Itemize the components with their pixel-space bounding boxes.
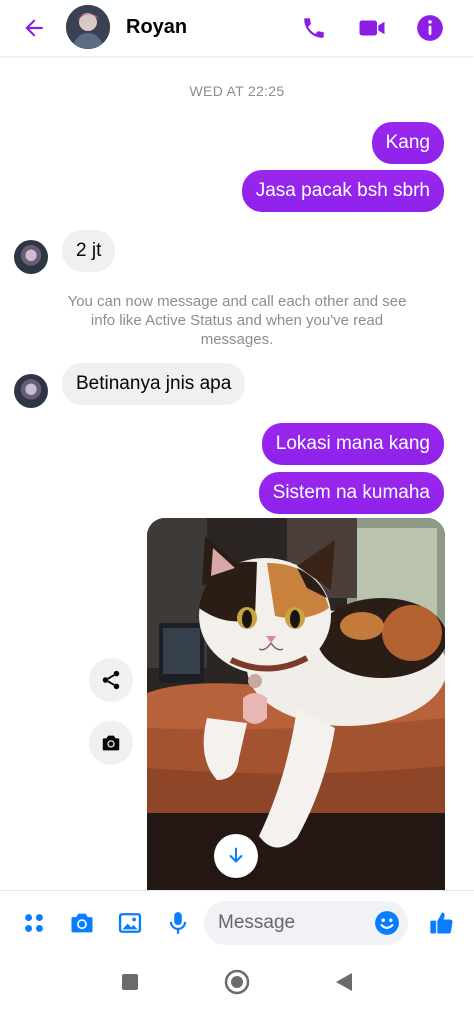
contact-avatar-small	[14, 240, 48, 274]
conversation-info-button[interactable]	[414, 12, 446, 44]
home-circle-icon	[224, 969, 250, 995]
recents-button[interactable]	[116, 968, 144, 996]
photo-message[interactable]	[147, 518, 445, 890]
video-call-button[interactable]	[356, 12, 388, 44]
share-button[interactable]	[89, 658, 133, 702]
gallery-button[interactable]	[114, 907, 146, 939]
message-timestamp: WED AT 22:25	[189, 83, 285, 99]
emoji-button[interactable]	[372, 908, 402, 938]
cat-photo	[147, 518, 445, 890]
incoming-message[interactable]: Betinanya jnis apa	[62, 363, 246, 405]
contact-name[interactable]: Royan	[126, 16, 187, 39]
contact-avatar-small	[14, 374, 48, 408]
incoming-message[interactable]: 2 jt	[62, 230, 116, 272]
video-camera-icon	[359, 20, 385, 36]
download-button[interactable]	[214, 834, 258, 878]
system-navigation-bar	[0, 954, 474, 1010]
avatar-image	[66, 5, 110, 49]
system-note: You can now message and call each other …	[67, 293, 407, 348]
camera-icon	[71, 913, 93, 933]
share-icon	[102, 670, 120, 690]
recents-square-icon	[122, 974, 138, 990]
outgoing-message[interactable]: Lokasi mana kang	[261, 423, 444, 465]
camera-icon	[102, 735, 120, 751]
voice-clip-button[interactable]	[162, 907, 194, 939]
download-arrow-icon	[229, 847, 243, 863]
apps-grid-icon	[25, 914, 43, 932]
back-nav-button[interactable]	[330, 968, 358, 996]
info-icon	[417, 15, 443, 41]
voice-call-button[interactable]	[298, 12, 330, 44]
message-composer	[0, 890, 474, 954]
camera-button[interactable]	[66, 907, 98, 939]
emoji-icon	[375, 911, 399, 935]
microphone-icon	[169, 912, 187, 934]
like-button[interactable]	[426, 907, 458, 939]
chat-header: Royan	[0, 0, 474, 56]
thumbs-up-icon	[430, 912, 453, 934]
outgoing-message[interactable]: Kang	[371, 122, 444, 164]
save-photo-button[interactable]	[89, 721, 133, 765]
arrow-left-icon	[25, 19, 43, 37]
back-button[interactable]	[18, 12, 50, 44]
home-button[interactable]	[223, 968, 251, 996]
back-triangle-icon	[336, 973, 352, 991]
outgoing-message[interactable]: Jasa pacak bsh sbrh	[241, 170, 444, 212]
phone-icon	[304, 18, 324, 38]
image-icon	[118, 913, 142, 933]
apps-button[interactable]	[18, 907, 50, 939]
outgoing-message[interactable]: Sistem na kumaha	[258, 472, 444, 514]
contact-avatar[interactable]	[66, 5, 110, 49]
